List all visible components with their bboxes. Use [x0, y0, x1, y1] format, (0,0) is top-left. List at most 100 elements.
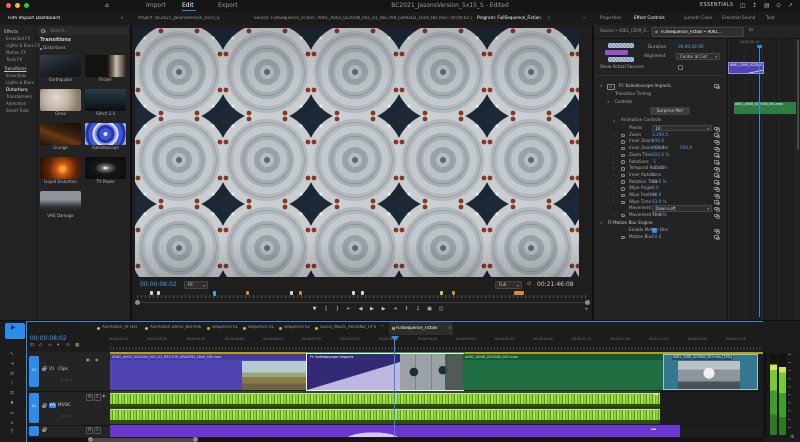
razor-tool[interactable]: ∕	[6, 381, 18, 386]
timeline-settings-icon[interactable]: ⊙	[66, 343, 70, 348]
section-motion-blur-engine[interactable]: FI Motion Blur Engine	[608, 221, 653, 226]
param-value-movement-time[interactable]: 50.0 %	[652, 213, 667, 218]
chevron-right-icon[interactable]: ›	[613, 193, 614, 197]
section-animation-controls[interactable]: Animation Controls	[621, 118, 661, 123]
ec-playhead-head[interactable]	[757, 45, 762, 48]
extract-button[interactable]: ↧	[414, 307, 423, 313]
scrollbar-handle-right[interactable]	[193, 437, 198, 442]
chevron-right-icon[interactable]: ›	[613, 146, 614, 150]
ec-mini-timeline[interactable]: 00:00:08:16 A061_C009_0220CC_001_01 A061…	[727, 39, 795, 320]
sidebar-item-animation[interactable]: Animation	[6, 102, 26, 107]
a1-source-indicator[interactable]: A1	[29, 393, 39, 423]
tab-overflow-icon[interactable]: «	[381, 324, 384, 329]
keyframe-camera-icon[interactable]	[714, 160, 719, 164]
hand-tool[interactable]: ∪	[6, 421, 18, 426]
param-value-zoom[interactable]: 3,290.5	[652, 133, 668, 138]
keyframe-nav-icons[interactable]: ◁◇▷	[60, 378, 74, 382]
stopwatch-icon[interactable]	[621, 174, 625, 178]
stopwatch-icon[interactable]	[621, 134, 625, 138]
surprise-me-button[interactable]: Surprise Me!	[650, 107, 690, 115]
sidebar-item-transformers[interactable]: Transformers	[6, 95, 32, 100]
go-to-in-button[interactable]: ⇤	[345, 307, 354, 313]
a1-track-badge[interactable]: A1	[49, 403, 56, 408]
chevron-right-icon[interactable]: ›	[607, 92, 608, 96]
stopwatch-icon[interactable]	[621, 180, 625, 184]
solo-button[interactable]: S	[94, 394, 101, 401]
sidebar-item-distortions[interactable]: Distortions	[6, 88, 28, 93]
effect-thumb-tvpower[interactable]	[85, 157, 126, 179]
effect-thumb-vhs[interactable]	[40, 191, 81, 213]
effect-thumb-glass[interactable]	[40, 89, 81, 111]
chevron-right-icon[interactable]: ›	[613, 133, 614, 137]
playback-resolution-select[interactable]: Full ▾	[495, 281, 522, 289]
scrollbar-handle-left[interactable]	[135, 300, 140, 305]
voiceover-mic-icon[interactable]: ◉	[102, 394, 106, 399]
sidebar-item-essentials[interactable]: Essentials	[6, 74, 26, 79]
effects-content-subheader[interactable]: Distortions	[43, 46, 66, 51]
param-value-zoom-time[interactable]: 100.0 %	[652, 153, 669, 158]
effect-thumb-earthquake[interactable]	[40, 55, 81, 77]
duration-value[interactable]: 00:00:02:00	[678, 45, 704, 50]
param-value-rotation-time[interactable]: 80.0 %	[652, 180, 667, 185]
program-scrollbar[interactable]	[137, 302, 588, 304]
sidebar-item-lights-blurs-fx[interactable]: Lights & Blurs FX	[6, 44, 40, 49]
sidebar-item-smart-tools[interactable]: Smart Tools	[6, 109, 29, 114]
chevron-right-icon[interactable]: ›	[613, 153, 614, 157]
nest-icon[interactable]: ⊡	[30, 343, 34, 348]
keyframe-nav-icons[interactable]: ◁◇▷	[60, 414, 74, 418]
stopwatch-icon[interactable]	[621, 214, 625, 218]
selection-tool[interactable]: ↖	[6, 352, 18, 357]
ripple-edit-tool[interactable]: ⇄	[6, 372, 18, 377]
keyframe-camera-icon[interactable]	[714, 173, 719, 177]
tab-project[interactable]: Project: BC2021_JasonsVersion_5x15_S	[138, 16, 220, 21]
stopwatch-icon[interactable]	[621, 187, 625, 191]
program-timecode[interactable]: 00:00:08:02	[140, 282, 177, 289]
alignment-select[interactable]: Center at Cut ▾	[676, 53, 720, 60]
tab-lumetri-color[interactable]: Lumetri Color	[684, 16, 712, 21]
tab-overflow-icon[interactable]: »	[583, 16, 586, 21]
effect-name[interactable]: FI: Kaleidoscope Impacts	[619, 84, 671, 89]
chevron-down-icon[interactable]: ∨	[607, 100, 610, 104]
keyframe-camera-icon[interactable]	[714, 235, 719, 239]
v1-track-name[interactable]: Clips	[58, 367, 68, 372]
audio-clip-purple[interactable]: ◂◂▴	[110, 425, 680, 437]
sidebar-item-tools-fx[interactable]: Tools FX	[6, 58, 22, 63]
keyframe-camera-icon[interactable]	[714, 229, 719, 233]
scrollbar-handle-right[interactable]	[585, 300, 590, 305]
sequence-tab[interactable]: Sequence 01	[212, 325, 238, 330]
keyframe-camera-icon[interactable]	[714, 147, 719, 151]
effect-thumb-liquid[interactable]	[40, 157, 81, 179]
category-group-header[interactable]: Transitions	[4, 67, 26, 72]
track-select-tool[interactable]: ⇥	[6, 362, 18, 367]
button-editor-plus[interactable]: +	[584, 307, 589, 314]
mute-button[interactable]: M	[86, 394, 93, 401]
sequence-tab[interactable]: Sequence 02	[284, 325, 310, 330]
rectangle-tool[interactable]: ▭	[6, 411, 18, 416]
close-icon[interactable]: ×	[547, 16, 551, 21]
mark-out-button[interactable]: }	[333, 307, 342, 313]
section-controls[interactable]: Controls	[615, 100, 632, 105]
stopwatch-icon[interactable]	[621, 154, 625, 158]
chevron-right-icon[interactable]: ›	[613, 160, 614, 164]
linked-selection-icon[interactable]: ∞	[48, 343, 52, 348]
a2-source-indicator[interactable]	[29, 426, 39, 436]
param-value-inner-rotations[interactable]: 1	[652, 173, 655, 178]
keyframe-camera-icon[interactable]	[714, 153, 719, 157]
step-back-button[interactable]: ◀	[356, 307, 365, 313]
volume-line-2[interactable]	[110, 409, 660, 410]
panel-menu-icon[interactable]: ⊡	[749, 28, 753, 33]
keyframe-camera-icon[interactable]	[714, 214, 719, 218]
v1-source-indicator[interactable]: V1	[29, 356, 39, 387]
ec-playhead[interactable]	[759, 47, 760, 317]
ec-scrollbar[interactable]	[797, 40, 800, 150]
param-value-wipe-angle[interactable]: 0.0	[652, 186, 659, 191]
param-value-temporal-rotation[interactable]: -45.0°	[652, 166, 665, 171]
video-clip-teal[interactable]: A061_C008_0220M4_001.mov [10%]	[663, 354, 758, 390]
export-frame-button[interactable]: ▣	[425, 307, 434, 313]
track-output-eye-icon[interactable]: ◉	[95, 358, 99, 363]
comparison-view-button[interactable]: ◫	[437, 307, 446, 313]
timeline-scrollbar-thumb[interactable]	[90, 438, 196, 442]
close-window-icon[interactable]	[6, 3, 11, 8]
param-select-movement[interactable]: Down-Left▾	[652, 205, 712, 211]
param-value-rotations[interactable]: -1	[652, 160, 656, 165]
